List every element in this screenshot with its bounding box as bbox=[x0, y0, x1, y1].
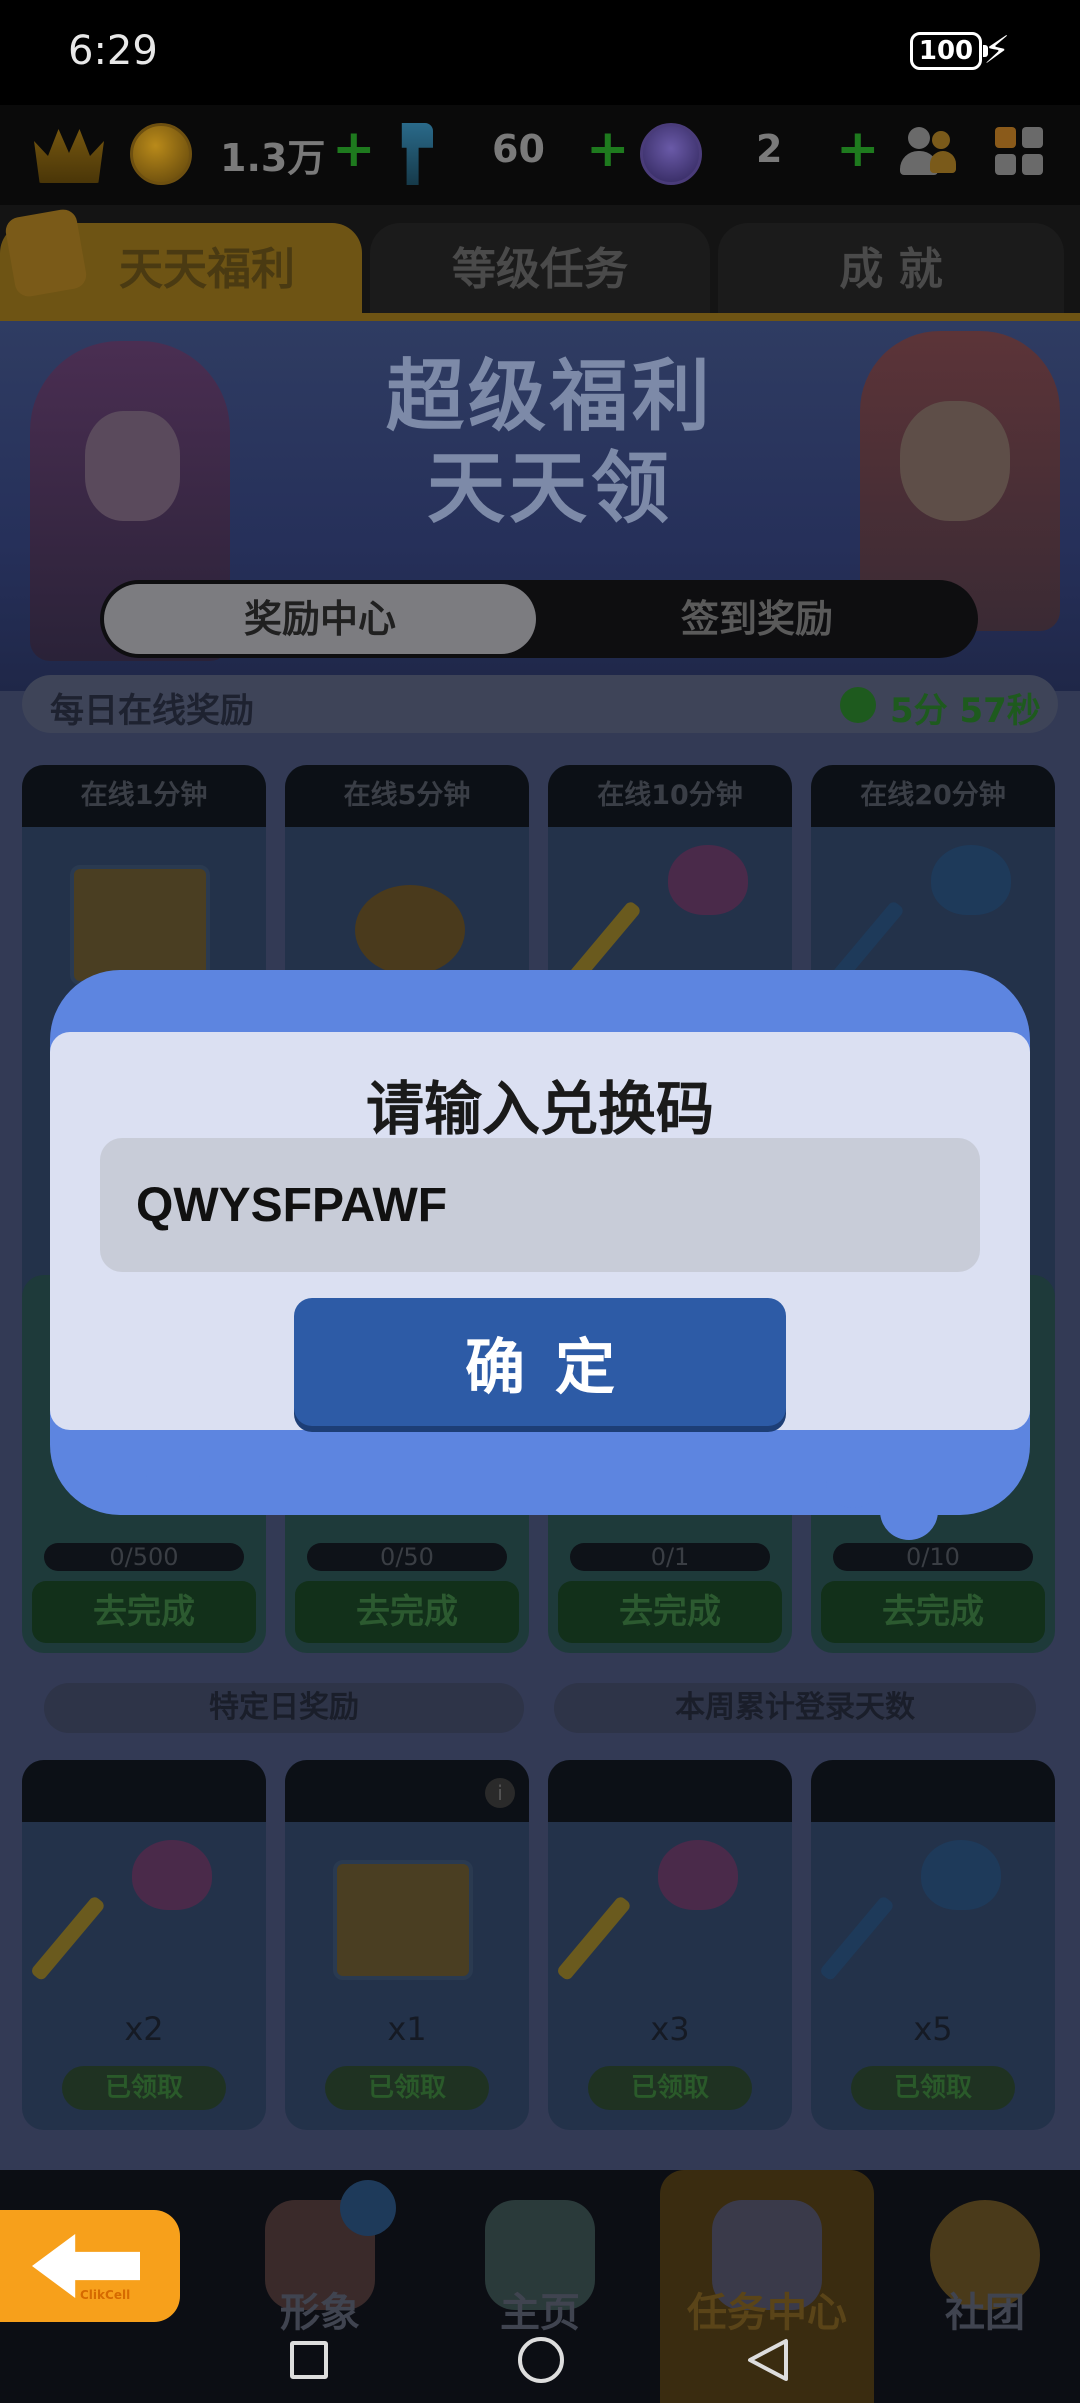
redeem-code-dialog: 请输入兑换码 确定 bbox=[50, 970, 1030, 1540]
card-title: 在线1分钟 bbox=[22, 765, 266, 827]
reward-card[interactable]: i x1 已领取 bbox=[285, 1760, 529, 2130]
task-progress: 0/10 bbox=[833, 1543, 1033, 1571]
reward-card[interactable]: x2 已领取 bbox=[22, 1760, 266, 2130]
task-progress: 0/500 bbox=[44, 1543, 244, 1571]
menu-grid-icon[interactable] bbox=[995, 127, 1043, 175]
go-complete-button[interactable]: 去完成 bbox=[32, 1581, 256, 1643]
daily-online-reward-header: 每日在线奖励 5分 57秒 bbox=[22, 675, 1058, 733]
claimed-badge: 已领取 bbox=[325, 2066, 489, 2110]
segment-reward-center[interactable]: 奖励中心 bbox=[104, 584, 536, 654]
battery-level: 100 bbox=[918, 36, 974, 66]
redeem-code-input[interactable] bbox=[100, 1138, 980, 1272]
banner-title-line2: 天天领 bbox=[426, 444, 673, 534]
tab-level-tasks[interactable]: 等级任务 bbox=[370, 223, 710, 317]
task-progress: 0/1 bbox=[570, 1543, 770, 1571]
dialog-title: 请输入兑换码 bbox=[365, 1075, 714, 1143]
system-nav-bar bbox=[0, 2325, 1080, 2403]
tab-underline bbox=[0, 313, 1080, 321]
card-title: 在线5分钟 bbox=[285, 765, 529, 827]
online-countdown: 5分 57秒 bbox=[890, 691, 1041, 731]
status-time: 6:29 bbox=[68, 28, 158, 74]
friends-icon[interactable] bbox=[900, 127, 956, 179]
recent-apps-icon[interactable] bbox=[290, 2341, 328, 2379]
banner-title-line1: 超级福利 bbox=[385, 352, 714, 442]
reward-card[interactable]: x3 已领取 bbox=[548, 1760, 792, 2130]
top-tabs: 天天福利 等级任务 成 就 bbox=[0, 205, 1080, 321]
go-complete-button[interactable]: 去完成 bbox=[821, 1581, 1045, 1643]
back-button-brand: ClikCell bbox=[80, 2288, 131, 2302]
card-title: 在线10分钟 bbox=[548, 765, 792, 827]
segment-signin-reward[interactable]: 签到奖励 bbox=[540, 584, 974, 654]
info-icon[interactable]: i bbox=[485, 1778, 515, 1808]
heart-key-icon bbox=[29, 1840, 222, 1990]
reward-quantity: x3 bbox=[650, 2010, 690, 2048]
confirm-button[interactable]: 确定 bbox=[294, 1298, 786, 1426]
timer-badge-icon bbox=[340, 2180, 396, 2236]
go-complete-button[interactable]: 去完成 bbox=[558, 1581, 782, 1643]
battery-icon: 100 bbox=[910, 32, 988, 70]
mystery-box-icon bbox=[333, 1860, 473, 1980]
status-bar: 6:29 100 ⚡ bbox=[0, 0, 1080, 105]
tab-label: 成 就 bbox=[839, 244, 943, 295]
key-icon bbox=[401, 123, 433, 185]
go-complete-button[interactable]: 去完成 bbox=[295, 1581, 519, 1643]
claimed-badge: 已领取 bbox=[588, 2066, 752, 2110]
weekly-login-days-label: 本周累计登录天数 bbox=[554, 1683, 1036, 1733]
coin-count: 1.3万 bbox=[220, 136, 326, 180]
claimed-badge: 已领取 bbox=[851, 2066, 1015, 2110]
task-progress: 0/50 bbox=[307, 1543, 507, 1571]
add-boards-button[interactable]: + bbox=[836, 119, 880, 179]
reward-card[interactable]: x5 已领取 bbox=[811, 1760, 1055, 2130]
blue-keys-icon bbox=[818, 1840, 1011, 1990]
banner-title: 超级福利 天天领 bbox=[330, 351, 770, 535]
tab-label: 等级任务 bbox=[452, 244, 628, 295]
special-day-reward-label: 特定日奖励 bbox=[44, 1683, 524, 1733]
mystery-box-icon bbox=[70, 865, 210, 985]
heart-key-icon bbox=[555, 1840, 748, 1990]
tab-daily-benefits[interactable]: 天天福利 bbox=[0, 207, 362, 317]
add-keys-button[interactable]: + bbox=[586, 119, 630, 179]
coin-icon bbox=[130, 123, 192, 185]
hoverboard-icon bbox=[640, 123, 702, 185]
home-icon[interactable] bbox=[518, 2337, 564, 2383]
gift-icon bbox=[3, 207, 89, 299]
claimed-badge: 已领取 bbox=[62, 2066, 226, 2110]
coin-bag-icon bbox=[355, 885, 465, 975]
tab-label: 天天福利 bbox=[119, 244, 295, 295]
back-triangle-icon[interactable] bbox=[746, 2337, 790, 2383]
reward-quantity: x1 bbox=[387, 2010, 427, 2048]
board-count: 2 bbox=[756, 127, 783, 171]
crown-icon[interactable] bbox=[34, 129, 104, 183]
charging-icon: ⚡ bbox=[983, 28, 1010, 72]
reward-segment-control: 奖励中心 签到奖励 bbox=[100, 580, 978, 658]
online-reward-label: 每日在线奖励 bbox=[50, 691, 254, 731]
add-coins-button[interactable]: + bbox=[332, 119, 376, 179]
key-count: 60 bbox=[492, 127, 545, 171]
timer-icon bbox=[840, 687, 876, 723]
card-title: 在线20分钟 bbox=[811, 765, 1055, 827]
reward-quantity: x2 bbox=[124, 2010, 164, 2048]
currency-bar: 1.3万 + 60 + 2 + bbox=[0, 105, 1080, 205]
tab-achievements[interactable]: 成 就 bbox=[718, 223, 1064, 317]
reward-quantity: x5 bbox=[913, 2010, 953, 2048]
back-button[interactable]: ClikCell bbox=[0, 2210, 180, 2322]
